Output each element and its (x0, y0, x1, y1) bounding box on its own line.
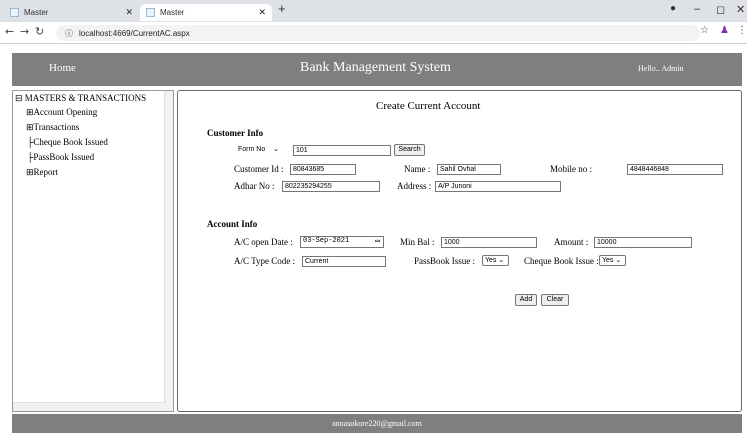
customer-id-field[interactable]: 80843685 (290, 164, 356, 175)
amount-label: Amount : (554, 237, 589, 247)
name-label: Name : (404, 164, 431, 174)
cheque-label: Cheque Book Issue : (524, 256, 599, 266)
browser-tab-1[interactable]: Master ✕ (4, 4, 139, 21)
adhar-label: Adhar No : (234, 181, 275, 191)
add-button[interactable]: Add (515, 294, 537, 306)
cheque-select[interactable]: Yes ⌄ (599, 255, 626, 266)
page-favicon-icon (146, 8, 155, 17)
address-field[interactable]: A/P Junoni (435, 181, 561, 192)
adhar-field[interactable]: 802235294255 (282, 181, 380, 192)
type-code-field[interactable]: Current (302, 256, 386, 267)
open-date-picker[interactable]: 03-Sep-2021 ▭ (300, 236, 384, 248)
new-tab-button[interactable]: + (278, 1, 286, 16)
customer-info-heading: Customer Info (207, 128, 264, 138)
min-bal-label: Min Bal : (400, 237, 435, 247)
type-code-label: A/C Type Code : (234, 256, 295, 266)
footer-email: annasokore220@gmail.com (332, 419, 422, 428)
minimize-button[interactable]: – (694, 3, 700, 15)
passbook-label: PassBook Issue : (414, 256, 476, 266)
site-footer: annasokore220@gmail.com (12, 414, 742, 433)
expand-icon: ⊞ (26, 122, 34, 132)
form-no-input[interactable]: 101 (293, 145, 391, 156)
tab-close-icon[interactable]: ✕ (258, 7, 266, 18)
maximize-button[interactable]: ◻ (716, 3, 725, 16)
open-date-label: A/C open Date : (234, 237, 293, 247)
tab-title: Master (24, 8, 49, 17)
customer-id-label: Customer Id : (234, 164, 284, 174)
tree-root[interactable]: ⊟ MASTERS & TRANSACTIONS (15, 93, 146, 104)
profile-icon[interactable]: ● (670, 3, 676, 14)
page-favicon-icon (10, 8, 19, 17)
reload-icon[interactable]: ↻ (35, 25, 44, 38)
form-title: Create Current Account (376, 100, 481, 112)
form-no-select[interactable]: Form No ⌄ (238, 145, 279, 153)
sidebar-tree: ⊟ MASTERS & TRANSACTIONS ⊞Account Openin… (12, 90, 174, 412)
tree-item-report[interactable]: ⊞Report (26, 167, 58, 178)
mobile-field[interactable]: 4848446848 (627, 164, 723, 175)
passbook-select[interactable]: Yes ⌄ (482, 255, 509, 266)
account-info-heading: Account Info (207, 219, 258, 229)
home-link[interactable]: Home (49, 62, 76, 74)
url-text: localhost:4669/CurrentAC.aspx (79, 28, 190, 38)
search-button[interactable]: Search (394, 144, 425, 156)
calendar-icon[interactable]: ▭ (375, 237, 380, 246)
back-arrow-icon[interactable]: ← (5, 25, 14, 38)
browser-chrome: Master ✕ Master ✕ + ● – ◻ ✕ ← → ↻ ⓘ loca… (0, 0, 747, 44)
tab-close-icon[interactable]: ✕ (125, 7, 133, 18)
min-bal-field[interactable]: 1000 (441, 237, 537, 248)
bookmark-star-icon[interactable]: ☆ (700, 25, 709, 36)
expand-icon: ⊞ (26, 107, 34, 117)
sidebar-vertical-scrollbar[interactable] (164, 91, 173, 411)
name-field[interactable]: Sahil Ovhal (437, 164, 501, 175)
browser-tab-2[interactable]: Master ✕ (140, 4, 272, 21)
site-header: Home Bank Management System Hello.. Admi… (12, 53, 742, 86)
close-window-button[interactable]: ✕ (736, 3, 745, 16)
sidebar-horizontal-scrollbar[interactable] (13, 402, 166, 411)
browser-menu-icon[interactable]: ⋮ (737, 25, 747, 36)
forward-arrow-icon[interactable]: → (20, 25, 29, 38)
user-greeting: Hello.. Admin (638, 64, 684, 73)
amount-field[interactable]: 10000 (594, 237, 692, 248)
tree-item-cheque-book-issued[interactable]: ├Cheque Book Issued (27, 137, 108, 147)
address-label: Address : (397, 181, 432, 191)
clear-button[interactable]: Clear (541, 294, 569, 306)
extension-icon[interactable]: ♟ (720, 25, 729, 36)
site-title: Bank Management System (300, 60, 451, 75)
mobile-label: Mobile no : (550, 164, 592, 174)
tree-item-transactions[interactable]: ⊞Transactions (26, 122, 79, 133)
tree-item-account-opening[interactable]: ⊞Account Opening (26, 107, 97, 118)
tree-item-passbook-issued[interactable]: ├PassBook Issued (27, 152, 94, 162)
address-bar-row: ← → ↻ ⓘ localhost:4669/CurrentAC.aspx ☆ … (0, 22, 747, 44)
info-icon[interactable]: ⓘ (65, 28, 73, 39)
form-panel: Create Current Account Customer Info For… (177, 90, 742, 412)
expand-icon: ⊞ (26, 167, 34, 177)
tab-title: Master (160, 8, 185, 17)
url-field[interactable]: ⓘ localhost:4669/CurrentAC.aspx (56, 25, 700, 41)
